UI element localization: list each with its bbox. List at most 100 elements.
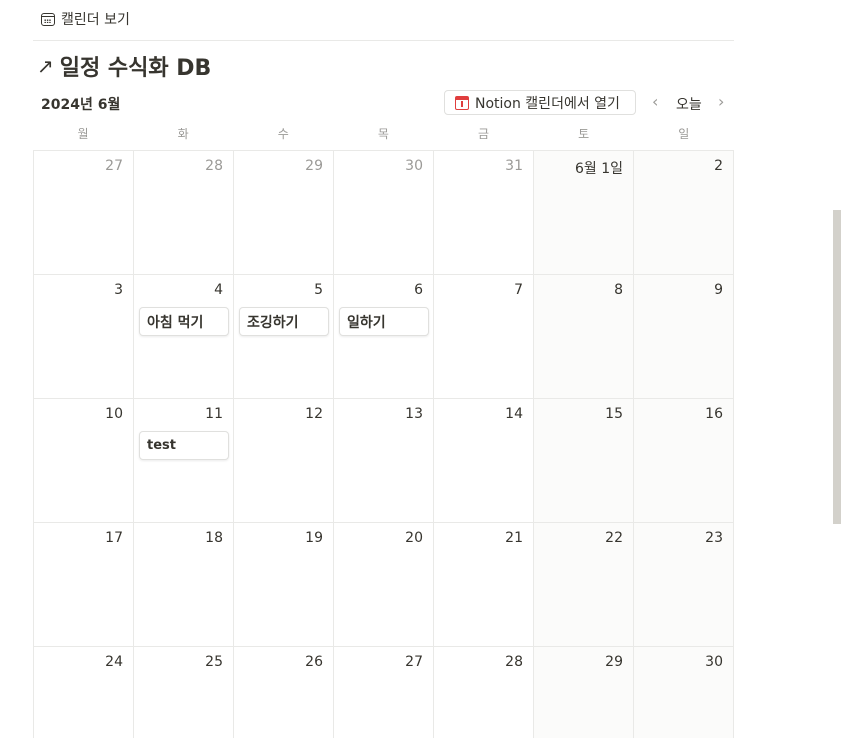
day-number: 10: [105, 406, 123, 422]
day-number: 6: [414, 282, 423, 298]
open-in-notion-calendar-button[interactable]: Notion 캘린더에서 열기: [444, 90, 636, 115]
day-cell[interactable]: 27: [334, 647, 434, 738]
chevron-left-icon[interactable]: ‹: [652, 93, 658, 111]
day-number: 12: [305, 406, 323, 422]
day-cell[interactable]: 6월 1일: [534, 151, 634, 275]
event-card[interactable]: 조깅하기: [239, 307, 329, 336]
day-cell[interactable]: 22: [534, 523, 634, 647]
scrollbar-thumb[interactable]: [833, 210, 841, 524]
day-cell[interactable]: 28: [134, 151, 234, 275]
day-cell[interactable]: 21: [434, 523, 534, 647]
weekday-tue: 화: [177, 127, 189, 141]
day-cell[interactable]: 30: [334, 151, 434, 275]
divider: [33, 40, 734, 41]
day-cell[interactable]: 3: [34, 275, 134, 399]
event-card[interactable]: 아침 먹기: [139, 307, 229, 336]
day-number: 28: [205, 158, 223, 174]
day-number: 3: [114, 282, 123, 298]
day-cell[interactable]: 31: [434, 151, 534, 275]
day-number: 26: [305, 654, 323, 670]
weekday-mon: 월: [77, 127, 89, 141]
day-cell[interactable]: 11 test: [134, 399, 234, 523]
day-cell[interactable]: 27: [34, 151, 134, 275]
weekday-header: 월 화 수 목 금 토 일: [33, 125, 734, 145]
weekday-sat: 토: [578, 127, 590, 141]
weekday-wed: 수: [277, 127, 289, 141]
day-number: 8: [614, 282, 623, 298]
day-number: 18: [205, 530, 223, 546]
day-cell[interactable]: 25: [134, 647, 234, 738]
day-number: 21: [505, 530, 523, 546]
today-button[interactable]: 오늘: [676, 94, 702, 114]
week-row: 27 28 29 30 31 6월 1일 2: [34, 151, 734, 275]
page-title: 일정 수식화 DB: [59, 56, 212, 81]
day-number: 27: [405, 654, 423, 670]
day-number: 23: [705, 530, 723, 546]
day-number: 31: [505, 158, 523, 174]
day-number: 5: [314, 282, 323, 298]
chevron-right-icon[interactable]: ›: [718, 93, 724, 111]
view-tab-label: 캘린더 보기: [61, 12, 130, 28]
day-cell[interactable]: 23: [634, 523, 734, 647]
open-in-notion-calendar-label: Notion 캘린더에서 열기: [475, 95, 620, 112]
day-cell[interactable]: 7: [434, 275, 534, 399]
day-number: 25: [205, 654, 223, 670]
day-number: 30: [705, 654, 723, 670]
day-cell[interactable]: 4 아침 먹기: [134, 275, 234, 399]
day-cell[interactable]: 2: [634, 151, 734, 275]
day-cell[interactable]: 24: [34, 647, 134, 738]
day-cell[interactable]: 9: [634, 275, 734, 399]
day-cell[interactable]: 14: [434, 399, 534, 523]
event-card[interactable]: 일하기: [339, 307, 429, 336]
day-cell[interactable]: 20: [334, 523, 434, 647]
day-number: 2: [714, 158, 723, 174]
day-number: 24: [105, 654, 123, 670]
day-number: 28: [505, 654, 523, 670]
week-row: 17 18 19 20 21 22 23: [34, 523, 734, 647]
day-cell[interactable]: 19: [234, 523, 334, 647]
day-cell[interactable]: 26: [234, 647, 334, 738]
weekday-sun: 일: [678, 127, 690, 141]
weekday-thu: 목: [377, 127, 389, 141]
day-cell[interactable]: 8: [534, 275, 634, 399]
day-number: 11: [205, 406, 223, 422]
week-row: 24 25 26 27 28 29 30: [34, 647, 734, 738]
day-cell[interactable]: 12: [234, 399, 334, 523]
day-cell[interactable]: 29: [534, 647, 634, 738]
event-card[interactable]: test: [139, 431, 229, 460]
day-number: 4: [214, 282, 223, 298]
day-number: 13: [405, 406, 423, 422]
day-cell[interactable]: 30: [634, 647, 734, 738]
day-number: 30: [405, 158, 423, 174]
current-month: 2024년 6월: [41, 97, 121, 113]
day-cell[interactable]: 10: [34, 399, 134, 523]
notion-calendar-icon: [455, 95, 469, 110]
day-number: 14: [505, 406, 523, 422]
day-number: 22: [605, 530, 623, 546]
day-cell[interactable]: 15: [534, 399, 634, 523]
day-cell[interactable]: 16: [634, 399, 734, 523]
weekday-fri: 금: [478, 127, 490, 141]
day-number: 9: [714, 282, 723, 298]
view-tab-calendar[interactable]: 캘린더 보기: [41, 9, 130, 29]
day-cell[interactable]: 6 일하기: [334, 275, 434, 399]
day-number: 7: [514, 282, 523, 298]
week-row: 3 4 아침 먹기 5 조깅하기 6 일하기 7 8 9: [34, 275, 734, 399]
day-cell[interactable]: 28: [434, 647, 534, 738]
day-number: 15: [605, 406, 623, 422]
arrow-up-right-icon: ↗: [37, 54, 54, 78]
day-number: 29: [605, 654, 623, 670]
day-cell[interactable]: 17: [34, 523, 134, 647]
day-cell[interactable]: 18: [134, 523, 234, 647]
day-number: 19: [305, 530, 323, 546]
day-number: 27: [105, 158, 123, 174]
day-number: 16: [705, 406, 723, 422]
day-number: 6월 1일: [574, 161, 623, 177]
calendar-grid: 27 28 29 30 31 6월 1일 2 3 4 아침 먹기 5 조깅하기 6 일하기 7 8 9 10 11 t…: [33, 150, 734, 738]
day-cell[interactable]: 13: [334, 399, 434, 523]
page-title-row[interactable]: ↗ 일정 수식화 DB: [37, 50, 211, 82]
day-cell[interactable]: 5 조깅하기: [234, 275, 334, 399]
week-row: 10 11 test 12 13 14 15 16: [34, 399, 734, 523]
day-cell[interactable]: 29: [234, 151, 334, 275]
day-number: 20: [405, 530, 423, 546]
